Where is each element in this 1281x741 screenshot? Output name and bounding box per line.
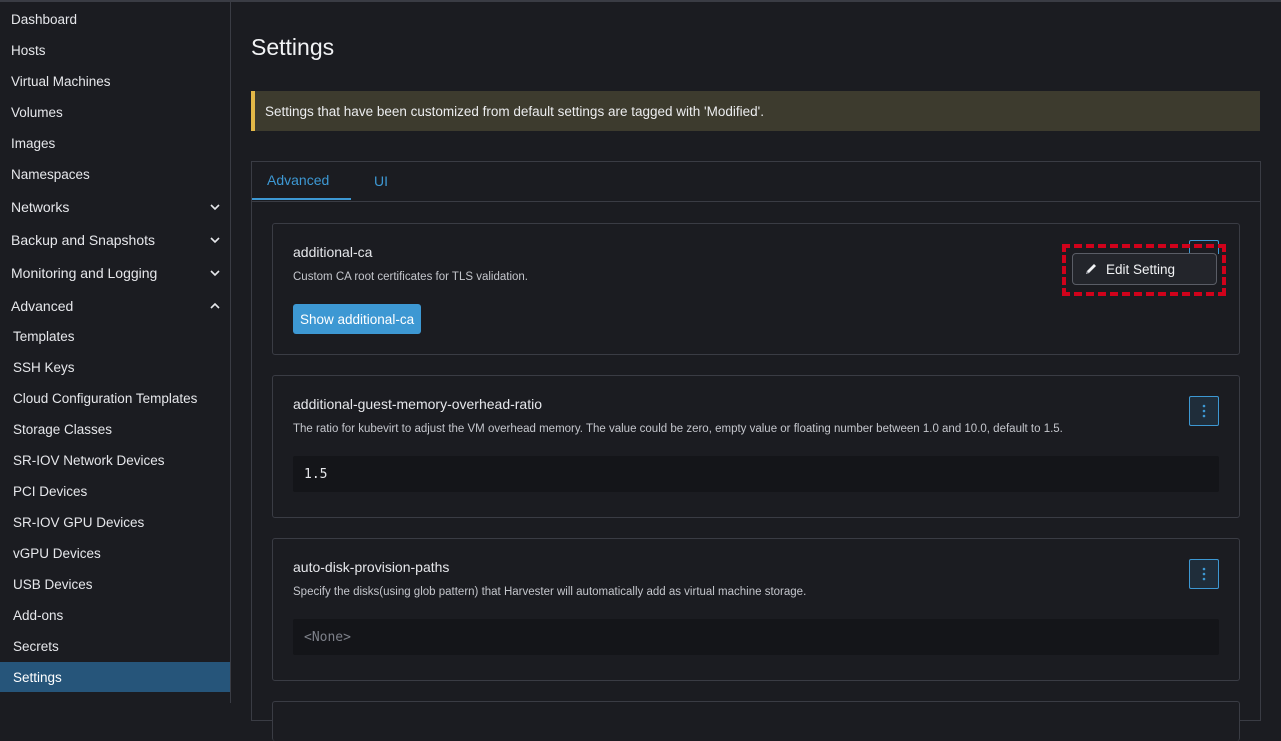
sidebar-item-label: Templates (13, 329, 75, 344)
sidebar-item-hosts[interactable]: Hosts (0, 35, 230, 66)
edit-setting-label: Edit Setting (1106, 261, 1176, 277)
kebab-icon (1202, 404, 1206, 418)
sidebar-item-label: Images (11, 136, 56, 151)
kebab-menu-button[interactable] (1189, 559, 1219, 589)
setting-description: Specify the disks(using glob pattern) th… (293, 586, 807, 598)
banner-text: Settings that have been customized from … (265, 103, 764, 119)
sidebar-item-label: Advanced (11, 297, 74, 314)
tab-advanced[interactable]: Advanced (252, 162, 351, 200)
edit-setting-menu-item[interactable]: Edit Setting (1072, 253, 1217, 285)
tab-label: UI (374, 173, 388, 189)
sidebar-item-label: Volumes (11, 105, 63, 120)
sidebar-item-secrets[interactable]: Secrets (0, 631, 230, 662)
sidebar-item-label: SR-IOV Network Devices (13, 453, 165, 468)
sidebar-item-add-ons[interactable]: Add-ons (0, 600, 230, 631)
sidebar-item-label: Networks (11, 198, 70, 215)
setting-value: <None> (293, 619, 1219, 655)
sidebar-item-vgpu-devices[interactable]: vGPU Devices (0, 538, 230, 569)
sidebar-item-label: Virtual Machines (11, 74, 111, 89)
sidebar-item-label: PCI Devices (13, 484, 88, 499)
sidebar-item-templates[interactable]: Templates (0, 321, 230, 352)
sidebar-item-cloud-configuration-templates[interactable]: Cloud Configuration Templates (0, 383, 230, 414)
setting-card-auto-disk-provision-paths: auto-disk-provision-paths Specify the di… (272, 538, 1240, 681)
sidebar-item-label: vGPU Devices (13, 546, 101, 561)
page-title: Settings (251, 34, 335, 60)
sidebar-item-sr-iov-network-devices[interactable]: SR-IOV Network Devices (0, 445, 230, 476)
tab-label: Advanced (267, 172, 330, 188)
sidebar-item-label: Hosts (11, 43, 46, 58)
sidebar-item-ssh-keys[interactable]: SSH Keys (0, 352, 230, 383)
chevron-down-icon (208, 233, 222, 247)
sidebar-item-storage-classes[interactable]: Storage Classes (0, 414, 230, 445)
kebab-menu-button[interactable] (1189, 396, 1219, 426)
sidebar-item-label: Add-ons (13, 608, 64, 623)
setting-name: auto-disk-provision-paths (293, 559, 450, 575)
chevron-down-icon (208, 266, 222, 280)
main-content: Settings Settings that have been customi… (231, 2, 1281, 741)
setting-value: 1.5 (293, 456, 1219, 492)
sidebar-item-label: Monitoring and Logging (11, 264, 158, 281)
kebab-icon (1202, 567, 1206, 581)
chevron-down-icon (208, 200, 222, 214)
sidebar-item-sr-iov-gpu-devices[interactable]: SR-IOV GPU Devices (0, 507, 230, 538)
setting-name: additional-guest-memory-overhead-ratio (293, 396, 543, 412)
sidebar-item-label: Backup and Snapshots (11, 231, 155, 248)
setting-card-next (272, 701, 1240, 741)
sidebar-item-dashboard[interactable]: Dashboard (0, 4, 230, 35)
sidebar-item-label: SR-IOV GPU Devices (13, 515, 145, 530)
setting-description: Custom CA root certificates for TLS vali… (293, 271, 528, 283)
sidebar-item-label: Namespaces (11, 167, 90, 182)
sidebar-item-usb-devices[interactable]: USB Devices (0, 569, 230, 600)
sidebar: Dashboard Hosts Virtual Machines Volumes… (0, 2, 231, 703)
sidebar-item-label: Dashboard (11, 12, 78, 27)
sidebar-item-settings[interactable]: Settings (0, 662, 230, 692)
setting-name: additional-ca (293, 244, 373, 260)
sidebar-group-monitoring-and-logging[interactable]: Monitoring and Logging (0, 256, 230, 289)
sidebar-group-backup-and-snapshots[interactable]: Backup and Snapshots (0, 223, 230, 256)
sidebar-item-label: SSH Keys (13, 360, 75, 375)
tab-ui[interactable]: UI (366, 162, 396, 200)
chevron-up-icon (208, 299, 222, 313)
sidebar-item-virtual-machines[interactable]: Virtual Machines (0, 66, 230, 97)
tab-bar: Advanced UI (252, 162, 1260, 202)
sidebar-item-images[interactable]: Images (0, 128, 230, 159)
sidebar-item-label: Cloud Configuration Templates (13, 391, 198, 406)
setting-card-additional-guest-memory-overhead-ratio: additional-guest-memory-overhead-ratio T… (272, 375, 1240, 518)
sidebar-item-label: Storage Classes (13, 422, 113, 437)
sidebar-group-networks[interactable]: Networks (0, 190, 230, 223)
sidebar-item-label: Secrets (13, 639, 59, 654)
sidebar-item-label: Settings (13, 669, 62, 685)
sidebar-item-namespaces[interactable]: Namespaces (0, 159, 230, 190)
sidebar-item-label: USB Devices (13, 577, 93, 592)
pencil-icon (1086, 264, 1096, 274)
sidebar-item-volumes[interactable]: Volumes (0, 97, 230, 128)
setting-description: The ratio for kubevirt to adjust the VM … (293, 423, 1063, 435)
info-banner: Settings that have been customized from … (251, 91, 1260, 131)
sidebar-item-pci-devices[interactable]: PCI Devices (0, 476, 230, 507)
sidebar-group-advanced[interactable]: Advanced (0, 289, 230, 322)
show-additional-ca-button[interactable]: Show additional-ca (293, 304, 422, 334)
